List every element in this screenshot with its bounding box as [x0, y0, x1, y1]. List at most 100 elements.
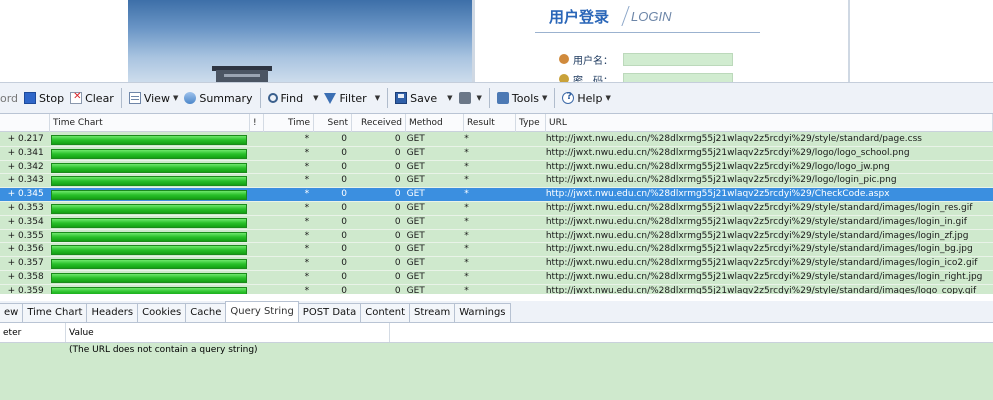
row-pad	[987, 285, 993, 294]
table-row[interactable]: + 0.354 * 0 0 GET * http://jwxt.nwu.edu.cn/%28…	[0, 216, 993, 230]
row-method: GET	[406, 134, 425, 144]
row-method: GET	[406, 258, 425, 269]
timeline-bar	[50, 217, 247, 228]
table-row[interactable]: + 0.359 * 0 0 GET * http://jwxt.nwu.edu.cn/%28…	[0, 285, 993, 294]
table-row[interactable]: + 0.341 * 0 0 GET * http://jwxt.nwu.edu.cn/%28…	[0, 147, 993, 161]
col-type[interactable]: Type	[516, 114, 546, 132]
row-type	[513, 285, 543, 294]
col-sent[interactable]: Sent	[314, 114, 352, 132]
tab-time-chart[interactable]: Time Chart	[22, 303, 88, 322]
clear-icon	[70, 91, 83, 104]
row-time-bar	[50, 257, 249, 270]
row-type	[513, 133, 543, 146]
row-sent: 0	[341, 216, 347, 227]
table-row[interactable]: + 0.358 * 0 0 GET * http://jwxt.nwu.edu.cn/%28…	[0, 271, 993, 285]
filter-button[interactable]: Filter ▼	[321, 87, 383, 109]
save-button[interactable]: Save ▼	[392, 87, 455, 109]
row-time: *	[304, 202, 310, 213]
tab-cookies[interactable]: Cookies	[137, 303, 187, 322]
row-time: *	[304, 147, 310, 158]
timeline-bar	[50, 231, 247, 242]
debugger-toolbar: ord Stop Clear View ▼ Summary Find ▼ Fil…	[0, 82, 993, 114]
row-time: *	[304, 175, 310, 186]
query-string-panel: eter Value (The URL does not contain a q…	[0, 323, 993, 400]
row-sent: 0	[341, 271, 347, 282]
col-value[interactable]: Value	[66, 323, 390, 342]
timeline-bar	[50, 203, 247, 214]
chevron-down-icon: ▼	[374, 94, 381, 102]
row-offset: + 0.354	[7, 216, 44, 227]
chevron-down-icon: ▼	[476, 94, 482, 102]
row-time-bar	[50, 216, 249, 229]
row-received: 0	[394, 134, 401, 144]
help-button[interactable]: Help ▼	[559, 87, 613, 109]
col-time-chart[interactable]: Time Chart	[50, 114, 250, 132]
row-method: GET	[406, 285, 425, 294]
view-button[interactable]: View ▼	[126, 87, 182, 109]
row-sent: 0	[341, 258, 347, 269]
timeline-bar	[50, 135, 247, 145]
tab-headers[interactable]: Headers	[86, 303, 139, 322]
row-result: *	[464, 271, 469, 282]
tab-content[interactable]: Content	[360, 303, 410, 322]
username-input[interactable]	[623, 52, 733, 66]
row-offset: + 0.217	[7, 134, 44, 144]
timeline-bar	[50, 162, 247, 173]
print-button[interactable]: ▼	[456, 87, 485, 109]
table-row[interactable]: + 0.343 * 0 0 GET * http://jwxt.nwu.edu.cn/%28…	[0, 174, 993, 189]
table-row[interactable]: + 0.345 * 0 0 GET * http://jwxt.nwu.edu.cn/%28…	[0, 188, 993, 202]
col-received[interactable]: Received	[352, 114, 406, 132]
tab-cache[interactable]: Cache	[185, 303, 227, 322]
table-row[interactable]: + 0.357 * 0 0 GET * http://jwxt.nwu.edu.cn/%28…	[0, 257, 993, 271]
row-received: 0	[394, 202, 401, 213]
clear-button[interactable]: Clear	[67, 87, 117, 109]
row-time-bar	[50, 147, 249, 160]
tab-ew[interactable]: ew	[0, 303, 24, 322]
summary-button[interactable]: Summary	[181, 87, 255, 109]
row-flag	[248, 133, 262, 146]
find-button[interactable]: Find ▼	[265, 87, 322, 109]
table-row[interactable]: + 0.356 * 0 0 GET * http://jwxt.nwu.edu.cn/%28…	[0, 243, 993, 258]
col-time[interactable]: Time	[264, 114, 314, 132]
row-type	[513, 202, 543, 215]
tools-button[interactable]: Tools ▼	[494, 87, 551, 109]
row-flag	[248, 271, 262, 284]
print-icon	[458, 92, 471, 104]
save-icon	[395, 92, 408, 104]
row-flag	[248, 202, 262, 215]
table-row[interactable]: + 0.342 * 0 0 GET * http://jwxt.nwu.edu.cn/%28…	[0, 161, 993, 175]
campus-banner-image	[128, 0, 472, 82]
record-button[interactable]: ord	[0, 87, 21, 109]
col-result[interactable]: Result	[464, 114, 516, 132]
row-pad	[987, 230, 993, 243]
password-input[interactable]	[623, 72, 733, 82]
col-method[interactable]: Method	[406, 114, 464, 132]
row-offset: + 0.341	[7, 147, 44, 158]
tab-stream[interactable]: Stream	[409, 303, 456, 322]
table-row[interactable]: + 0.217 * 0 0 GET * http://jwxt.nwu.edu.cn/%28…	[0, 133, 993, 147]
row-offset: + 0.357	[7, 258, 44, 269]
row-url: http://jwxt.nwu.edu.cn/%28dlxrmg55j21wla…	[545, 202, 973, 213]
row-flag	[248, 243, 262, 256]
tab-query-string[interactable]: Query String	[225, 301, 299, 322]
tab-warnings[interactable]: Warnings	[454, 303, 511, 322]
query-string-row: (The URL does not contain a query string…	[0, 343, 993, 357]
row-result: *	[464, 147, 469, 158]
row-time: *	[304, 285, 310, 294]
col-parameter[interactable]: eter	[0, 323, 66, 342]
table-row[interactable]: + 0.355 * 0 0 GET * http://jwxt.nwu.edu.cn/%28…	[0, 230, 993, 244]
row-url: http://jwxt.nwu.edu.cn/%28dlxrmg55j21wla…	[545, 244, 973, 255]
row-received: 0	[394, 147, 401, 158]
row-time: *	[304, 230, 310, 241]
row-url: http://jwxt.nwu.edu.cn/%28dlxrmg55j21wla…	[545, 161, 890, 172]
stop-button[interactable]: Stop	[21, 87, 67, 109]
row-type	[513, 174, 543, 187]
row-sent: 0	[341, 189, 347, 200]
col-flag[interactable]: !	[250, 114, 264, 132]
row-received: 0	[394, 216, 401, 227]
tab-post-data[interactable]: POST Data	[297, 303, 362, 322]
table-row[interactable]: + 0.353 * 0 0 GET * http://jwxt.nwu.edu.cn/%28…	[0, 202, 993, 216]
col-offset[interactable]	[0, 114, 50, 132]
col-url[interactable]: URL	[546, 114, 993, 132]
timeline-bar	[50, 259, 247, 270]
